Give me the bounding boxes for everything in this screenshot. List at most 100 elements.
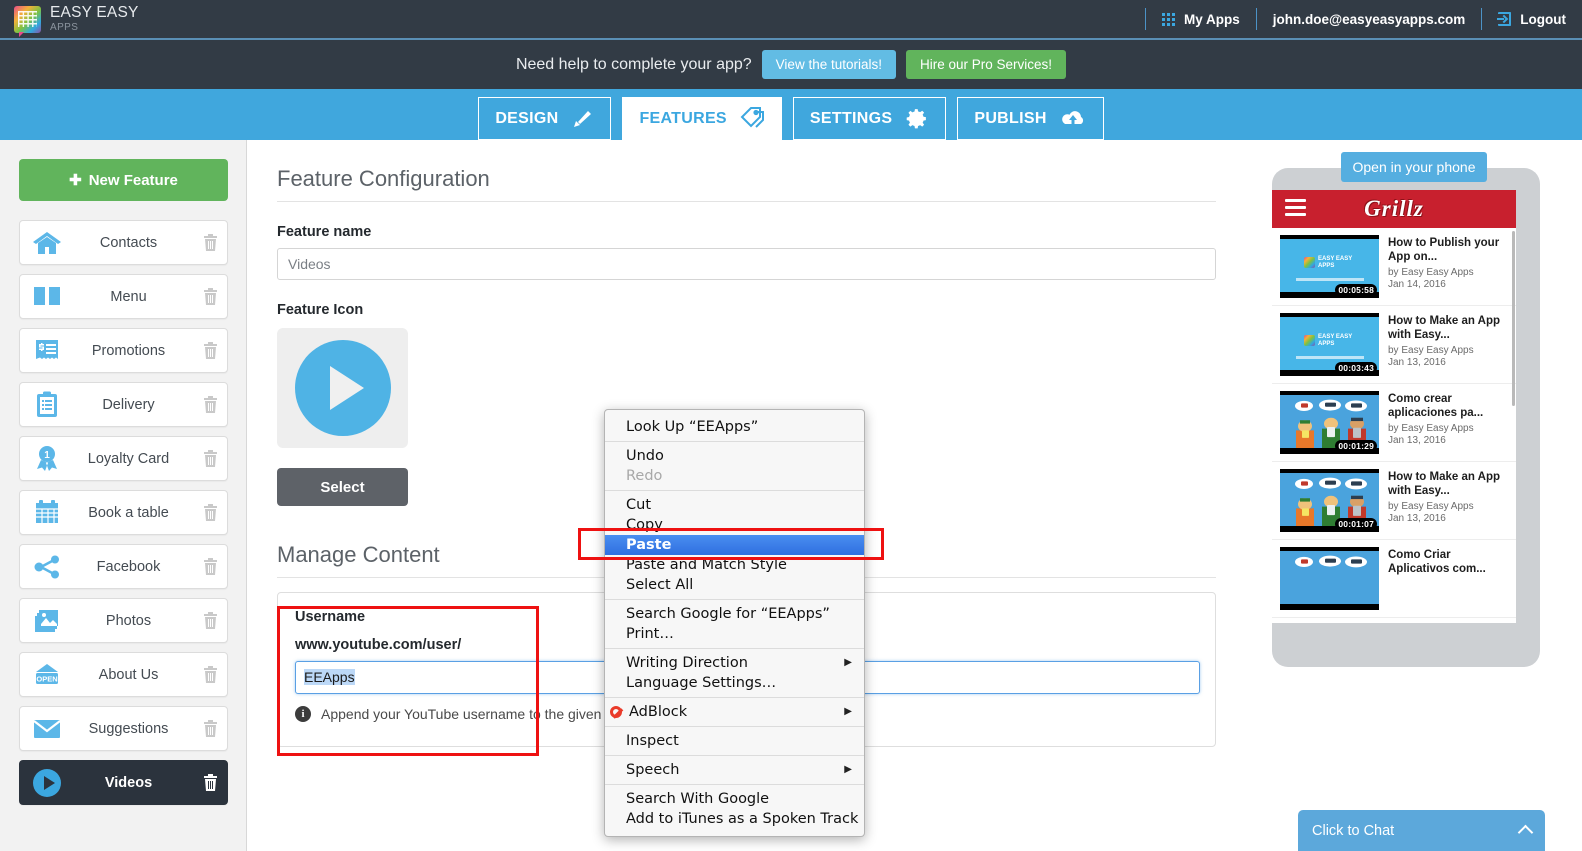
menu-item-paste[interactable]: Paste — [605, 535, 864, 555]
trash-icon[interactable] — [193, 611, 227, 630]
info-icon: i — [295, 706, 311, 722]
menu-item-add-to-itunes[interactable]: Add to iTunes as a Spoken Track — [605, 809, 864, 829]
sidebar-item-suggestions[interactable]: Suggestions — [19, 706, 228, 751]
context-menu-group: Undo Redo — [605, 442, 864, 491]
tab-settings[interactable]: SETTINGS — [792, 97, 947, 140]
trash-icon[interactable] — [193, 395, 227, 414]
apps-grid-icon — [1162, 12, 1175, 26]
video-author: by Easy Easy Apps — [1388, 423, 1474, 435]
brand-logo[interactable]: EASY EASY APPS — [14, 4, 139, 37]
trash-icon[interactable] — [193, 665, 227, 684]
phone-screen: Grillz EASY EASY APPS 00:05:58 How to Pub… — [1272, 190, 1516, 623]
sidebar-item-about-us[interactable]: OPEN About Us — [19, 652, 228, 697]
context-menu-group: Search With Google Add to iTunes as a Sp… — [605, 785, 864, 833]
video-date: Jan 13, 2016 — [1388, 513, 1446, 525]
menu-item-inspect[interactable]: Inspect — [605, 731, 864, 751]
menu-item-speech[interactable]: Speech ▶ — [605, 760, 864, 780]
scrollbar[interactable] — [1512, 231, 1515, 406]
account-email[interactable]: john.doe@easyeasyapps.com — [1255, 8, 1482, 30]
menu-item-paste-and-match-style[interactable]: Paste and Match Style — [605, 555, 864, 575]
tab-publish-label: PUBLISH — [974, 109, 1047, 127]
sidebar-item-delivery[interactable]: Delivery — [19, 382, 228, 427]
sidebar-item-label: Contacts — [99, 234, 158, 251]
list-item[interactable]: 00:01:07 How to Make an App with Easy...… — [1272, 462, 1516, 540]
svg-text:OPEN: OPEN — [36, 674, 57, 683]
sidebar-item-promotions[interactable]: Promotions — [19, 328, 228, 373]
video-title: Como crear aplicaciones pa... — [1388, 393, 1484, 420]
hire-pro-services-button[interactable]: Hire our Pro Services! — [905, 50, 1067, 79]
trash-icon[interactable] — [193, 341, 227, 360]
brand-name-line1: EASY EASY — [50, 4, 139, 22]
trash-icon[interactable] — [193, 287, 227, 306]
tab-publish[interactable]: PUBLISH — [957, 97, 1104, 140]
tab-features[interactable]: FEATURES — [622, 97, 782, 148]
sidebar-item-loyalty-card[interactable]: 1 Loyalty Card — [19, 436, 228, 481]
video-thumbnail — [1280, 547, 1379, 610]
video-duration: 00:01:29 — [1335, 440, 1377, 452]
trash-icon[interactable] — [193, 503, 227, 522]
sidebar-item-book-a-table[interactable]: Book a table — [19, 490, 228, 535]
list-item[interactable]: EASY EASY APPS 00:05:58 How to Publish yo… — [1272, 228, 1516, 306]
menu-item-search-google-for[interactable]: Search Google for “EEApps” — [605, 604, 864, 624]
new-feature-button[interactable]: ✚ New Feature — [19, 159, 228, 201]
chevron-up-icon[interactable] — [1517, 824, 1534, 841]
feature-name-input[interactable] — [277, 248, 1216, 280]
trash-icon[interactable] — [193, 557, 227, 576]
view-tutorials-button[interactable]: View the tutorials! — [761, 50, 896, 79]
click-to-chat-widget[interactable]: Click to Chat — [1298, 810, 1545, 851]
trash-icon[interactable] — [193, 773, 227, 792]
logout-arrow-icon — [1497, 12, 1512, 26]
video-thumbnail: 00:01:07 — [1280, 469, 1379, 532]
feature-sidebar: ✚ New Feature Contacts Menu Promotions D… — [0, 140, 247, 851]
trash-icon[interactable] — [193, 233, 227, 252]
logout-label: Logout — [1520, 11, 1566, 27]
paintbrush-icon — [574, 110, 592, 127]
video-list[interactable]: EASY EASY APPS 00:05:58 How to Publish yo… — [1272, 228, 1516, 623]
sidebar-item-videos[interactable]: Videos — [19, 760, 228, 805]
video-author: by Easy Easy Apps — [1388, 501, 1474, 513]
trash-icon[interactable] — [193, 719, 227, 738]
tab-design[interactable]: DESIGN — [478, 97, 612, 140]
menu-item-select-all[interactable]: Select All — [605, 575, 864, 595]
menu-item-print[interactable]: Print… — [605, 624, 864, 644]
menu-item-redo: Redo — [626, 468, 663, 484]
open-in-your-phone-button[interactable]: Open in your phone — [1341, 152, 1487, 182]
submenu-arrow-icon: ▶ — [844, 706, 852, 717]
video-duration: 00:03:43 — [1335, 362, 1377, 374]
sidebar-item-label: About Us — [98, 666, 159, 683]
sidebar-item-menu[interactable]: Menu — [19, 274, 228, 319]
menu-item-look-up[interactable]: Look Up “EEApps” — [605, 417, 864, 437]
app-root: EASY EASY APPS My Apps john.doe@easyeasy… — [0, 0, 1582, 851]
video-author: by Easy Easy Apps — [1388, 267, 1474, 279]
video-duration: 00:01:07 — [1335, 518, 1377, 530]
list-item[interactable]: EASY EASY APPS 00:03:43 How to Make an Ap… — [1272, 306, 1516, 384]
my-apps-link[interactable]: My Apps — [1145, 8, 1256, 30]
menu-item-language-settings[interactable]: Language Settings… — [605, 673, 864, 693]
sidebar-item-photos[interactable]: Photos — [19, 598, 228, 643]
menu-item-writing-direction[interactable]: Writing Direction ▶ — [605, 653, 864, 673]
new-feature-label: New Feature — [88, 171, 178, 189]
menu-item-copy[interactable]: Copy — [605, 515, 864, 535]
sidebar-item-label: Suggestions — [88, 720, 169, 737]
menu-item-adblock[interactable]: AdBlock ▶ — [605, 702, 864, 722]
sidebar-item-label: Delivery — [102, 396, 155, 413]
feature-list: Contacts Menu Promotions Delivery 1 Loya… — [19, 220, 228, 805]
context-menu-group: Look Up “EEApps” — [605, 413, 864, 442]
browser-context-menu[interactable]: Look Up “EEApps” Undo Redo Cut Copy Past… — [604, 409, 865, 837]
sidebar-item-facebook[interactable]: Facebook — [19, 544, 228, 589]
play-circle-icon — [294, 340, 391, 436]
logout-button[interactable]: Logout — [1481, 8, 1582, 30]
menu-item-label: Speech — [626, 762, 680, 778]
sidebar-item-contacts[interactable]: Contacts — [19, 220, 228, 265]
submenu-arrow-icon: ▶ — [844, 764, 852, 775]
feature-icon-label: Feature Icon — [277, 302, 364, 318]
menu-item-search-with-google[interactable]: Search With Google — [605, 789, 864, 809]
app-header: Grillz — [1272, 190, 1516, 228]
menu-item-undo[interactable]: Undo — [605, 446, 864, 466]
list-item[interactable]: Como Criar Aplicativos com... — [1272, 540, 1516, 618]
menu-item-cut[interactable]: Cut — [605, 495, 864, 515]
trash-icon[interactable] — [193, 449, 227, 468]
select-icon-button[interactable]: Select — [277, 468, 408, 506]
list-item[interactable]: 00:01:29 Como crear aplicaciones pa... b… — [1272, 384, 1516, 462]
username-input-value: EEApps — [304, 669, 355, 685]
